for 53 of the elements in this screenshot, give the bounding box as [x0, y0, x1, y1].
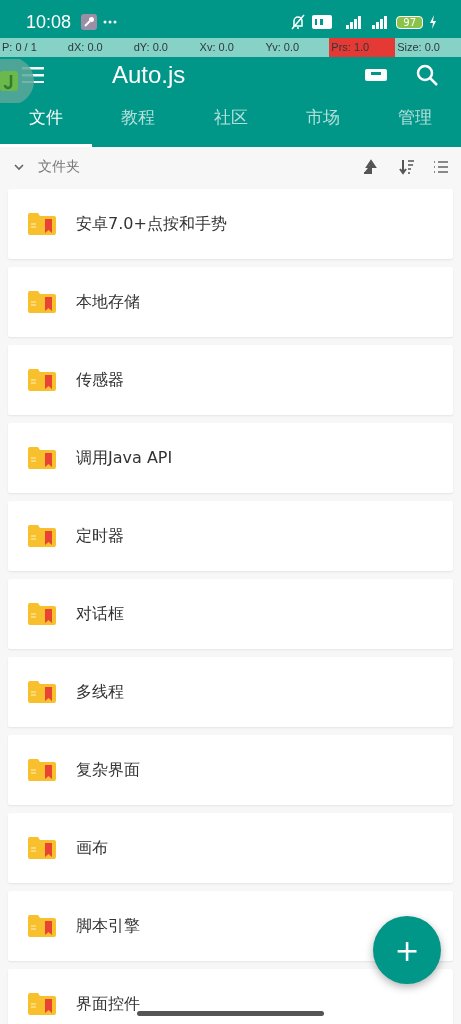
folder-name: 画布: [76, 837, 108, 859]
pointer-readout: Size: 0.0: [396, 40, 441, 55]
folder-icon: [28, 603, 56, 625]
charging-icon: [429, 15, 437, 29]
folder-icon: [28, 525, 56, 547]
folder-icon: [28, 213, 56, 235]
folder-name: 界面控件: [76, 993, 140, 1015]
search-icon[interactable]: [415, 63, 439, 87]
folder-icon: [28, 759, 56, 781]
archive-icon[interactable]: [365, 69, 387, 81]
folder-name: 定时器: [76, 525, 124, 547]
folder-icon: [28, 837, 56, 859]
tab[interactable]: 文件: [0, 91, 93, 147]
pointer-readout: dY: 0.0: [132, 40, 169, 55]
folder-item[interactable]: 画布: [8, 813, 453, 883]
folder-name: 脚本引擎: [76, 915, 140, 937]
more-icon: [103, 20, 118, 24]
pointer-readout: Xv: 0.0: [198, 40, 235, 55]
folder-icon: [28, 447, 56, 469]
folder-name: 传感器: [76, 369, 124, 391]
folder-icon: [28, 291, 56, 313]
folder-icon: [28, 369, 56, 391]
section-title: 文件夹: [38, 158, 80, 176]
folder-item[interactable]: 多线程: [8, 657, 453, 727]
folder-item[interactable]: 本地存储: [8, 267, 453, 337]
chevron-icon[interactable]: [14, 163, 24, 171]
folder-item[interactable]: 界面控件: [8, 969, 453, 1024]
folder-name: 安卓7.0+点按和手势: [76, 213, 227, 235]
folder-icon: [28, 915, 56, 937]
folder-name: 本地存储: [76, 291, 140, 313]
folder-name: 对话框: [76, 603, 124, 625]
folder-icon: [28, 681, 56, 703]
folder-item[interactable]: 对话框: [8, 579, 453, 649]
wrench-icon: [81, 14, 98, 30]
pointer-readout: Yv: 0.0: [264, 40, 301, 55]
pointer-readout: P: 0 / 1: [1, 40, 38, 55]
pointer-readout: dX: 0.0: [66, 40, 104, 55]
folder-item[interactable]: 定时器: [8, 501, 453, 571]
folder-item[interactable]: 复杂界面: [8, 735, 453, 805]
folder-item[interactable]: 安卓7.0+点按和手势: [8, 189, 453, 259]
folder-item[interactable]: 调用Java API: [8, 423, 453, 493]
list-icon[interactable]: [433, 161, 449, 173]
sort-icon[interactable]: [399, 159, 415, 175]
folder-name: 复杂界面: [76, 759, 140, 781]
bell-off-icon: [290, 14, 307, 30]
folder-name: 多线程: [76, 681, 124, 703]
folder-icon: [28, 993, 56, 1015]
status-time: 10:08: [26, 11, 72, 33]
pointer-readout: Prs: 1.0: [329, 38, 396, 57]
folder-item[interactable]: 传感器: [8, 345, 453, 415]
folder-name: 调用Java API: [76, 447, 173, 469]
app-title: Auto.js: [112, 62, 186, 88]
battery-level: 97: [396, 15, 423, 29]
